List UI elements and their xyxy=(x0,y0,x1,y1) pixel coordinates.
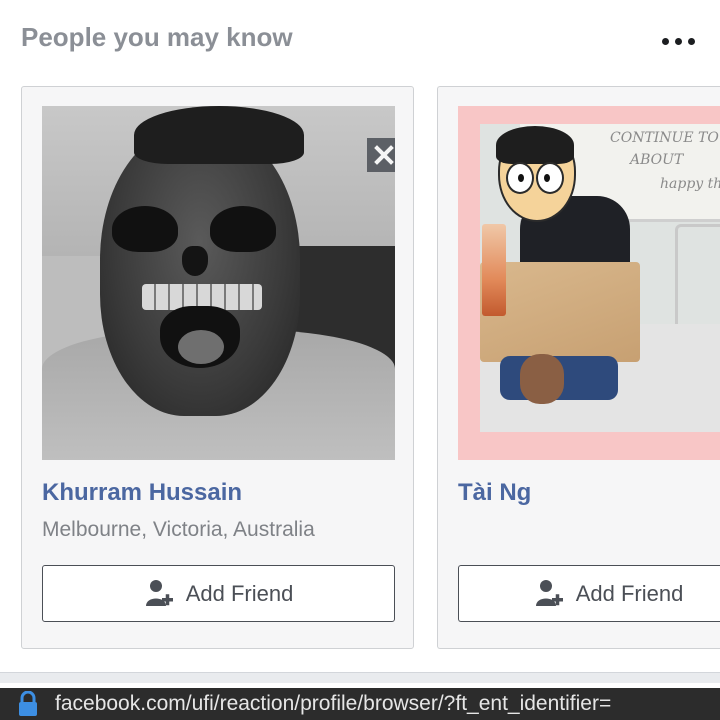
more-horizontal-icon xyxy=(661,37,695,45)
dismiss-suggestion-button[interactable] xyxy=(367,138,395,172)
add-friend-label: Add Friend xyxy=(575,580,684,606)
section-divider xyxy=(0,672,720,683)
close-icon xyxy=(374,145,394,165)
lock-icon xyxy=(17,690,39,717)
profile-photo[interactable]: CONTINUE TO TALK ABOUT happy things xyxy=(458,106,720,460)
friend-suggestion-card: Khurram Hussain Melbourne, Victoria, Aus… xyxy=(21,86,414,649)
profile-name-link[interactable]: Khurram Hussain xyxy=(42,479,242,507)
profile-photo[interactable] xyxy=(42,106,395,460)
more-options-button[interactable] xyxy=(656,26,700,56)
add-friend-button[interactable]: Add Friend xyxy=(458,565,720,622)
add-friend-icon xyxy=(534,578,564,610)
friend-suggestion-card: CONTINUE TO TALK ABOUT happy things Tà xyxy=(437,86,720,649)
profile-location: Melbourne, Victoria, Australia xyxy=(42,518,315,541)
section-title: People you may know xyxy=(21,22,293,52)
url-text[interactable]: facebook.com/ufi/reaction/profile/browse… xyxy=(55,692,715,716)
url-status-bar: facebook.com/ufi/reaction/profile/browse… xyxy=(0,688,720,720)
people-you-may-know-page: People you may know Khurram Hussain Melb… xyxy=(0,0,720,720)
profile-name-link[interactable]: Tài Ng xyxy=(458,479,531,507)
add-friend-label: Add Friend xyxy=(185,580,294,606)
add-friend-button[interactable]: Add Friend xyxy=(42,565,395,622)
add-friend-icon xyxy=(144,578,174,610)
